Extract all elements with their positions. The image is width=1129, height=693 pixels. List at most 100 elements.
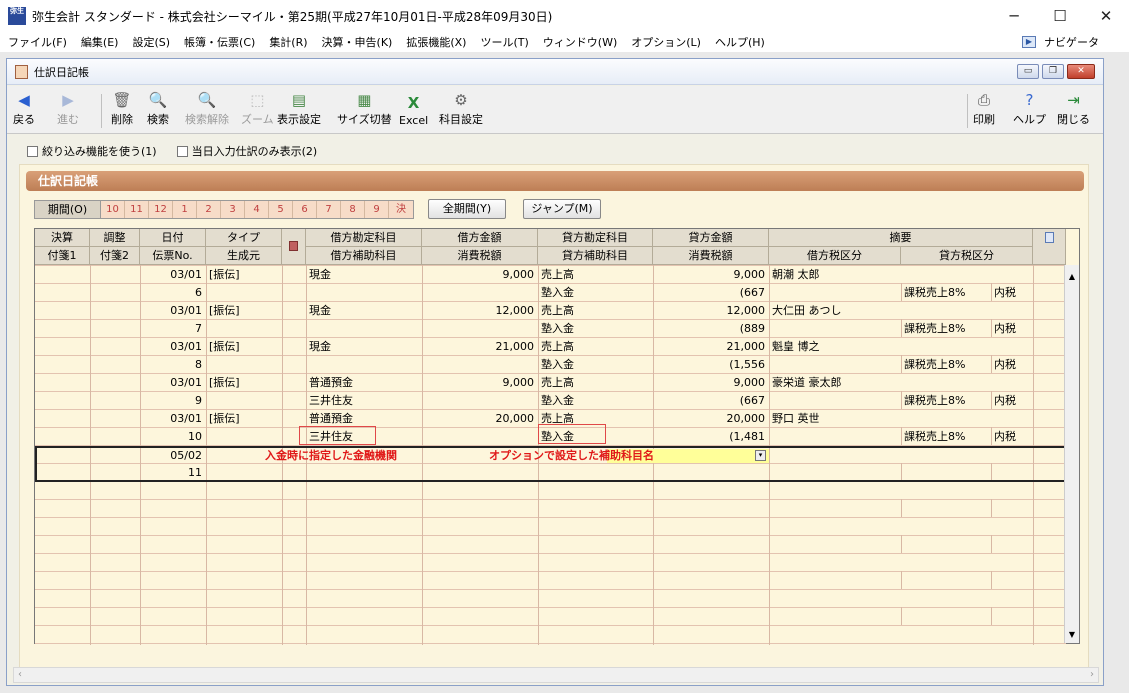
menu-settings[interactable]: 設定(S) bbox=[124, 34, 176, 50]
entry-credit-account[interactable]: 売上高 bbox=[538, 266, 653, 284]
entry-tax-mode[interactable]: 内税 bbox=[991, 428, 1033, 446]
entry-debit-amount[interactable]: 12,000 bbox=[422, 302, 538, 320]
close-window-button[interactable]: ⇥ 閉じる bbox=[1057, 89, 1090, 131]
delete-button[interactable]: 🗑 削除 bbox=[111, 89, 133, 131]
menu-books[interactable]: 帳簿・伝票(C) bbox=[176, 34, 261, 50]
menu-closing[interactable]: 決算・申告(K) bbox=[314, 34, 399, 50]
scroll-left-icon[interactable]: ‹ bbox=[18, 669, 22, 680]
today-only-checkbox[interactable]: 当日入力仕訳のみ表示(2) bbox=[176, 143, 317, 159]
entry-credit-amount[interactable]: 9,000 bbox=[653, 374, 769, 392]
entry-memo[interactable]: 魁皇 博之 bbox=[769, 338, 1033, 356]
period-11[interactable]: 11 bbox=[125, 201, 149, 218]
entry-credit-account[interactable]: 売上高 bbox=[538, 302, 653, 320]
period-settlement[interactable]: 決 bbox=[389, 201, 413, 218]
entry-tax-mode[interactable]: 内税 bbox=[991, 320, 1033, 338]
close-button[interactable]: ✕ bbox=[1083, 0, 1129, 32]
period-5[interactable]: 5 bbox=[269, 201, 293, 218]
entry-credit-tax[interactable]: (889 bbox=[653, 320, 769, 338]
zoom-button[interactable]: ⬚ ズーム bbox=[241, 89, 274, 131]
jump-button[interactable]: ジャンプ(M) bbox=[523, 199, 601, 219]
entry-memo[interactable]: 豪栄道 豪太郎 bbox=[769, 374, 1033, 392]
period-1[interactable]: 1 bbox=[173, 201, 197, 218]
entry-credit-amount[interactable]: 20,000 bbox=[653, 410, 769, 428]
entry-debit-amount[interactable]: 9,000 bbox=[422, 374, 538, 392]
entry-credit-sub[interactable]: 塾入金 bbox=[538, 320, 653, 338]
period-12[interactable]: 12 bbox=[149, 201, 173, 218]
help-button[interactable]: ? ヘルプ bbox=[1013, 89, 1046, 131]
entry-memo[interactable]: 大仁田 あつし bbox=[769, 302, 1033, 320]
entry-credit-amount[interactable]: 21,000 bbox=[653, 338, 769, 356]
narrow-down-checkbox[interactable]: 絞り込み機能を使う(1) bbox=[27, 143, 157, 159]
entry-tax-class[interactable]: 課税売上8% bbox=[901, 284, 991, 302]
account-settings-button[interactable]: ⚙ 科目設定 bbox=[439, 89, 483, 131]
entry-credit-sub[interactable]: 塾入金 bbox=[538, 284, 653, 302]
child-restore-button[interactable]: ❐ bbox=[1042, 64, 1064, 79]
scroll-up-icon[interactable]: ▲ bbox=[1065, 269, 1079, 285]
entry-credit-tax[interactable]: (1,481 bbox=[653, 428, 769, 446]
header-memo-icon[interactable] bbox=[1033, 229, 1066, 265]
entry-credit-tax[interactable]: (1,556 bbox=[653, 356, 769, 374]
entry-tax-mode[interactable]: 内税 bbox=[991, 284, 1033, 302]
entry-credit-tax[interactable]: (667 bbox=[653, 284, 769, 302]
new-entry-voucher-no[interactable]: 11 bbox=[140, 464, 206, 482]
entry-debit-amount[interactable]: 20,000 bbox=[422, 410, 538, 428]
vertical-scrollbar[interactable]: ▲ ▼ bbox=[1064, 265, 1079, 643]
period-6[interactable]: 6 bbox=[293, 201, 317, 218]
entry-voucher-no[interactable]: 10 bbox=[140, 428, 206, 446]
display-settings-button[interactable]: ▤ 表示設定 bbox=[277, 89, 321, 131]
entry-credit-sub[interactable]: 塾入金 bbox=[538, 356, 653, 374]
minimize-button[interactable]: ─ bbox=[991, 0, 1037, 32]
entry-memo[interactable]: 野口 英世 bbox=[769, 410, 1033, 428]
entry-debit-amount[interactable]: 9,000 bbox=[422, 266, 538, 284]
entry-credit-amount[interactable]: 9,000 bbox=[653, 266, 769, 284]
entry-date[interactable]: 03/01 bbox=[140, 374, 206, 392]
entry-debit-account[interactable]: 普通預金 bbox=[306, 374, 422, 392]
entry-type[interactable]: [振伝] bbox=[206, 302, 282, 320]
entry-debit-account[interactable]: 現金 bbox=[306, 338, 422, 356]
menu-file[interactable]: ファイル(F) bbox=[0, 34, 73, 50]
entry-credit-tax[interactable]: (667 bbox=[653, 392, 769, 410]
entry-date[interactable]: 03/01 bbox=[140, 266, 206, 284]
scroll-right-icon[interactable]: › bbox=[1090, 669, 1094, 680]
entry-type[interactable]: [振伝] bbox=[206, 338, 282, 356]
menu-tools[interactable]: ツール(T) bbox=[472, 34, 534, 50]
search-button[interactable]: 🔍 検索 bbox=[147, 89, 169, 131]
entry-credit-account[interactable]: 売上高 bbox=[538, 338, 653, 356]
entry-credit-sub[interactable]: 塾入金 bbox=[538, 392, 653, 410]
entry-tax-class[interactable]: 課税売上8% bbox=[901, 392, 991, 410]
menu-totals[interactable]: 集計(R) bbox=[261, 34, 313, 50]
entry-type[interactable]: [振伝] bbox=[206, 374, 282, 392]
entry-tax-class[interactable]: 課税売上8% bbox=[901, 428, 991, 446]
size-switch-button[interactable]: ▦ サイズ切替 bbox=[337, 89, 392, 131]
entry-type[interactable]: [振伝] bbox=[206, 410, 282, 428]
navigator-button[interactable]: ▶ ナビゲータ bbox=[1022, 32, 1099, 52]
entry-date[interactable]: 03/01 bbox=[140, 302, 206, 320]
entry-credit-amount[interactable]: 12,000 bbox=[653, 302, 769, 320]
period-8[interactable]: 8 bbox=[341, 201, 365, 218]
entry-tax-class[interactable]: 課税売上8% bbox=[901, 320, 991, 338]
entry-tax-class[interactable]: 課税売上8% bbox=[901, 356, 991, 374]
child-minimize-button[interactable]: ▭ bbox=[1017, 64, 1039, 79]
new-entry-date[interactable]: 05/02 bbox=[140, 447, 206, 465]
entry-debit-account[interactable]: 現金 bbox=[306, 302, 422, 320]
excel-button[interactable]: X Excel bbox=[399, 89, 428, 131]
entry-voucher-no[interactable]: 9 bbox=[140, 392, 206, 410]
period-9[interactable]: 9 bbox=[365, 201, 389, 218]
menu-options[interactable]: オプション(L) bbox=[623, 34, 707, 50]
period-10[interactable]: 10 bbox=[101, 201, 125, 218]
entry-debit-account[interactable]: 現金 bbox=[306, 266, 422, 284]
period-7[interactable]: 7 bbox=[317, 201, 341, 218]
entry-voucher-no[interactable]: 8 bbox=[140, 356, 206, 374]
menu-edit[interactable]: 編集(E) bbox=[73, 34, 125, 50]
period-3[interactable]: 3 bbox=[221, 201, 245, 218]
entry-voucher-no[interactable]: 6 bbox=[140, 284, 206, 302]
entry-date[interactable]: 03/01 bbox=[140, 338, 206, 356]
entry-debit-sub[interactable]: 三井住友 bbox=[306, 392, 422, 410]
dropdown-arrow-icon[interactable]: ▾ bbox=[755, 450, 766, 461]
entry-memo[interactable]: 朝潮 太郎 bbox=[769, 266, 1033, 284]
scroll-down-icon[interactable]: ▼ bbox=[1065, 627, 1079, 643]
entry-type[interactable]: [振伝] bbox=[206, 266, 282, 284]
menu-help[interactable]: ヘルプ(H) bbox=[707, 34, 771, 50]
entry-tax-mode[interactable]: 内税 bbox=[991, 392, 1033, 410]
entry-credit-account[interactable]: 売上高 bbox=[538, 374, 653, 392]
